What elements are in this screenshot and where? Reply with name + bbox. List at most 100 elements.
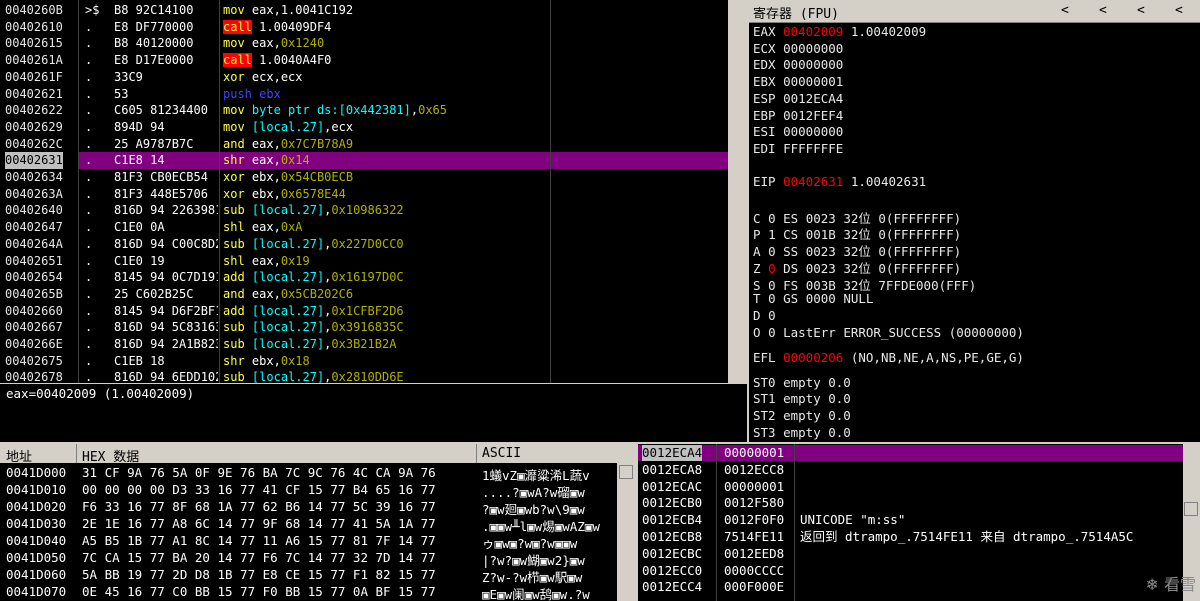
stack-row[interactable]: 0012ECC0 0000CCCC (638, 563, 1183, 579)
disasm-row[interactable]: 00402667. 816D 94 5C831639 sub [local.27],… (0, 319, 728, 336)
disassembly-scrollbar[interactable] (728, 0, 739, 383)
disasm-row[interactable]: 00402660. 8145 94 D6F2BF1C add [local.27],… (0, 303, 728, 320)
disasm-row[interactable]: 0040261F. 33C9 xor ecx,ecx (0, 69, 728, 86)
instruction-bytes: C1EB 18 (114, 353, 165, 368)
disasm-row[interactable]: 0040263A. 81F3 448E5706 xor ebx,0x6578E44 (0, 186, 728, 203)
fpu-row[interactable]: ST3 empty 0.0 (753, 425, 858, 440)
efl-row[interactable]: EFL 00000206 (NO,NB,NE,A,NS,PE,GE,G) (753, 350, 1031, 365)
dump-address[interactable]: 0041D040 (6, 533, 66, 548)
instruction-text: xor ebx,0x54CB0ECB (223, 169, 353, 186)
register-row[interactable]: ECX 00000000 (753, 41, 858, 56)
instruction-text: add [local.27],0x16197D0C (223, 269, 404, 286)
disasm-row[interactable]: 00402615. B8 40120000 mov eax,0x1240 (0, 35, 728, 52)
dump-scrollbar[interactable] (617, 463, 636, 601)
disasm-row[interactable]: 00402654. 8145 94 0C7D1916 add [local.27],… (0, 269, 728, 286)
dump-address[interactable]: 0041D050 (6, 550, 66, 565)
stack-row[interactable]: 0012ECB0 0012F580 (638, 495, 1183, 511)
disasm-row[interactable]: 00402631. C1E8 14 shr eax,0x14 (0, 152, 728, 169)
snowflake-icon: ❄ (1145, 575, 1159, 594)
dump-address-header[interactable]: 地址 (6, 446, 32, 465)
column-divider[interactable] (78, 0, 79, 383)
fpu-row[interactable]: ST1 empty 0.0 (753, 391, 858, 406)
flag-row[interactable]: D 0 (753, 308, 791, 323)
disasm-row[interactable]: 0040261A. E8 D17E0000 call 1.0040A4F0 (0, 52, 728, 69)
dump-address[interactable]: 0041D010 (6, 482, 66, 497)
disasm-row[interactable]: 00402678. 816D 94 6EDD1028 sub [local.27],… (0, 369, 728, 383)
operand: [local.27] (251, 320, 325, 335)
scroll-thumb[interactable] (1184, 502, 1198, 516)
flag-row[interactable]: O 0 LastErr ERROR_SUCCESS (00000000) (753, 325, 1031, 340)
disassembly-pane[interactable]: 0040260B >$ B8 92C14100 mov eax,1.0041C192 0… (0, 0, 739, 383)
disasm-row[interactable]: 00402610. E8 DF770000 call 1.00409DF4 (0, 19, 728, 36)
flag-row[interactable]: T 0 GS 0000 NULL (753, 291, 881, 306)
dump-hex[interactable]: 0E 45 16 77 C0 BB 15 77 F0 BB 15 77 0A B… (82, 584, 436, 599)
operand: 0x5CB202C6 (280, 286, 354, 301)
disasm-row[interactable]: 00402640. 816D 94 22639810 sub [local.27],… (0, 202, 728, 219)
disasm-row[interactable]: 00402629. 894D 94 mov [local.27],ecx (0, 119, 728, 136)
dump-hex[interactable]: 7C CA 15 77 BA 20 14 77 F6 7C 14 77 32 7… (82, 550, 436, 565)
stack-row[interactable]: 0012ECBC 0012EED8 (638, 546, 1183, 562)
dump-address[interactable]: 0041D060 (6, 567, 66, 582)
dump-hex[interactable]: 00 00 00 00 D3 33 16 77 41 CF 15 77 B4 6… (82, 482, 436, 497)
registers-pane[interactable]: 寄存器 (FPU) < < < < EAX 00402009 1.0040200… (749, 0, 1200, 442)
register-row[interactable]: EDI FFFFFFFE (753, 141, 858, 156)
disasm-row[interactable]: 00402634. 81F3 CB0ECB54 xor ebx,0x54CB0ECB (0, 169, 728, 186)
dump-ascii-header[interactable]: ASCII (482, 446, 521, 461)
disasm-row[interactable]: 0040265B. 25 C602B25C and eax,0x5CB202C6 (0, 286, 728, 303)
dump-hex[interactable]: A5 B5 1B 77 A1 8C 14 77 11 A6 15 77 81 7… (82, 533, 436, 548)
nav-left-button[interactable]: < (1137, 3, 1145, 18)
operand: 0x227D0CC0 (331, 236, 404, 251)
dump-hex[interactable]: F6 33 16 77 8F 68 1A 77 62 B6 14 77 5C 3… (82, 499, 436, 514)
register-name: EFL (753, 349, 776, 365)
dump-address[interactable]: 0041D070 (6, 584, 66, 599)
stack-row[interactable]: 0012ECB4 0012F0F0 UNICODE "m:ss" (638, 512, 1183, 528)
disasm-row[interactable]: 00402647. C1E0 0A shl eax,0xA (0, 219, 728, 236)
dump-ascii[interactable]: ▣E▣w阑▣w鸹▣w.?w (482, 584, 616, 601)
nav-left-button[interactable]: < (1099, 3, 1107, 18)
dump-address[interactable]: 0041D020 (6, 499, 66, 514)
jump-marker: . (85, 53, 93, 68)
stack-row[interactable]: 0012ECA4 00000001 (638, 445, 1183, 461)
dump-address[interactable]: 0041D030 (6, 516, 66, 531)
stack-row[interactable]: 0012ECAC 00000001 (638, 479, 1183, 495)
jump-marker: . (85, 119, 93, 134)
dump-hex-header[interactable]: HEX 数据 (82, 446, 139, 465)
scroll-up-button[interactable] (619, 465, 633, 479)
disasm-row[interactable]: 0040266E. 816D 94 2A1B823B sub [local.27],… (0, 336, 728, 353)
fpu-row[interactable]: ST0 empty 0.0 (753, 375, 858, 390)
fpu-row[interactable]: ST2 empty 0.0 (753, 408, 858, 423)
disasm-row[interactable]: 0040264A. 816D 94 C00C8D22 sub [local.27],… (0, 236, 728, 253)
register-row[interactable]: EBX 00000001 (753, 74, 858, 89)
mnemonic: xor (223, 186, 245, 201)
instruction-address: 00402647 (5, 220, 63, 235)
disasm-row[interactable]: 00402651. C1E0 19 shl eax,0x19 (0, 253, 728, 270)
register-row[interactable]: EDX 00000000 (753, 57, 858, 72)
register-row[interactable]: ESI 00000000 (753, 124, 858, 139)
stack-comment: 返回到 dtrampo_.7514FE11 来自 dtrampo_.7514A5… (800, 529, 1134, 544)
eip-row[interactable]: EIP 00402631 1.00402631 (753, 174, 934, 189)
register-row[interactable]: EAX 00402009 1.00402009 (753, 24, 934, 39)
dump-address[interactable]: 0041D000 (6, 465, 66, 480)
column-divider[interactable] (550, 0, 551, 383)
disasm-row[interactable]: 00402622. C605 81234400 mov byte ptr ds:[0… (0, 102, 728, 119)
register-row[interactable]: ESP 0012ECA4 (753, 91, 858, 106)
fpu-row[interactable]: ST4 empty 0.0 (753, 442, 858, 443)
jump-marker: . (85, 353, 93, 368)
nav-left-button[interactable]: < (1061, 3, 1069, 18)
stack-pane[interactable]: 0012ECA4 00000001 0012ECA8 0012ECC8 0012ECAC… (638, 444, 1200, 601)
dump-hex[interactable]: 5A BB 19 77 2D D8 1B 77 E8 CE 15 77 F1 8… (82, 567, 436, 582)
stack-row[interactable]: 0012ECA8 0012ECC8 (638, 462, 1183, 478)
stack-row[interactable]: 0012ECC4 000F000E (638, 579, 1183, 595)
disasm-row[interactable]: 00402675. C1EB 18 shr ebx,0x18 (0, 353, 728, 370)
column-divider[interactable] (219, 0, 220, 383)
disasm-row[interactable]: 0040260B >$ B8 92C14100 mov eax,1.0041C192 (0, 2, 728, 19)
disasm-row[interactable]: 00402621. 53 push ebx (0, 86, 728, 103)
dump-hex[interactable]: 2E 1E 16 77 A8 6C 14 77 9F 68 14 77 41 5… (82, 516, 436, 531)
nav-left-button[interactable]: < (1175, 3, 1183, 18)
instruction-address: 00402660 (5, 303, 63, 318)
disasm-row[interactable]: 0040262C. 25 A9787B7C and eax,0x7C7B78A9 (0, 136, 728, 153)
register-row[interactable]: EBP 0012FEF4 (753, 108, 858, 123)
dump-hex[interactable]: 31 CF 9A 76 5A 0F 9E 76 BA 7C 9C 76 4C C… (82, 465, 436, 480)
stack-row[interactable]: 0012ECB8 7514FE11 返回到 dtrampo_.7514FE11 来自… (638, 529, 1183, 545)
memory-dump-pane[interactable]: 地址 HEX 数据 ASCII 0041D000 31 CF 9A 76 5A 0… (0, 444, 636, 601)
